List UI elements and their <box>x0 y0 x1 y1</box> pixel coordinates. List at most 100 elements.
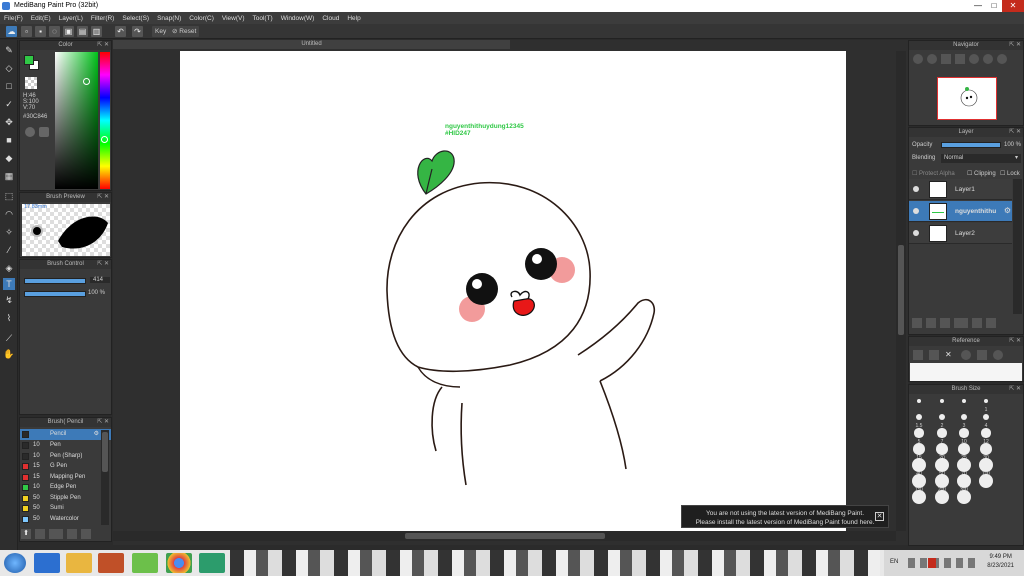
brush-item[interactable]: 10 Pen <box>20 440 111 451</box>
brush-item[interactable]: 50 Stipple Pen <box>20 493 111 504</box>
menu-view[interactable]: View(V) <box>222 15 245 22</box>
add-brush-icon[interactable]: ⬆ <box>21 529 31 539</box>
panel-options-icon[interactable]: ⇱ ✕ <box>1009 41 1021 50</box>
panel-options-icon[interactable]: ⇱ ✕ <box>97 260 109 269</box>
color-picker-handle[interactable] <box>83 78 90 85</box>
panel-options-icon[interactable]: ⇱ ✕ <box>1009 337 1021 346</box>
brush-item[interactable]: 10 Pen (Sharp) <box>20 451 111 462</box>
new-layer-icon[interactable] <box>912 318 922 328</box>
eraser-tool-icon[interactable]: ◇ <box>3 62 15 74</box>
menu-color[interactable]: Color(C) <box>189 15 214 22</box>
open-reference-icon[interactable] <box>929 350 939 360</box>
new-halftone-layer-icon[interactable] <box>926 318 936 328</box>
brush-opacity-value[interactable]: 100 % <box>88 290 105 296</box>
document-tab[interactable]: Untitled <box>113 40 510 49</box>
hue-slider[interactable] <box>100 52 110 189</box>
menu-snap[interactable]: Snap(N) <box>157 15 181 22</box>
rotate-left-icon[interactable] <box>969 54 979 64</box>
pen-tool-icon[interactable]: ✓ <box>3 98 15 110</box>
layer-row[interactable]: Layer2 <box>909 223 1012 244</box>
brush-size-dot[interactable] <box>962 399 966 403</box>
select-pen-icon[interactable]: ⁄ <box>3 244 15 256</box>
reference-area[interactable] <box>910 363 1022 381</box>
brush-size-dot[interactable] <box>979 458 993 472</box>
brush-folder-icon[interactable] <box>81 529 91 539</box>
explorer-icon[interactable] <box>66 553 92 573</box>
primary-color-swatch[interactable] <box>24 55 34 65</box>
layer-row[interactable]: nguyenthithu ⚙ <box>909 201 1012 222</box>
copy-layer-icon[interactable] <box>940 318 950 328</box>
gradient-tool-icon[interactable]: ▦ <box>3 170 15 182</box>
dropper-tool-icon[interactable]: ⟋ <box>3 332 15 344</box>
menu-help[interactable]: Help <box>347 15 360 22</box>
upload-icon[interactable] <box>913 350 923 360</box>
language-indicator[interactable]: EN <box>890 559 898 565</box>
brush-size-value[interactable]: 414 <box>90 277 110 283</box>
brush-item[interactable]: 15 G Pen <box>20 461 111 472</box>
brush-size-dot[interactable] <box>912 474 926 488</box>
save-icon[interactable]: ▣ <box>63 26 74 37</box>
brush-options-icon[interactable] <box>49 529 63 539</box>
lock-checkbox[interactable]: ☐ Lock <box>1000 170 1020 177</box>
protect-alpha-checkbox[interactable]: ☐ Protect Alpha <box>912 170 955 177</box>
lasso-tool-icon[interactable]: ◠ <box>3 208 15 220</box>
redo-button[interactable]: ↷ <box>132 26 143 37</box>
gear-icon[interactable]: ⚙ <box>94 429 99 440</box>
brush-size-dot[interactable] <box>981 428 991 438</box>
brush-size-dot[interactable] <box>913 443 925 455</box>
copy-icon[interactable]: ▤ <box>77 26 88 37</box>
brush-size-dot[interactable] <box>940 399 944 403</box>
move-tool-icon[interactable]: ✥ <box>3 116 15 128</box>
menu-tool[interactable]: Tool(T) <box>253 15 273 22</box>
update-notice[interactable]: You are not using the latest version of … <box>681 505 889 528</box>
menu-select[interactable]: Select(S) <box>122 15 149 22</box>
minimize-button[interactable]: — <box>970 0 986 12</box>
brush-item[interactable]: 50 Watercolor <box>20 514 111 525</box>
brush-size-dot[interactable] <box>917 399 921 403</box>
zoom-out-icon[interactable] <box>927 54 937 64</box>
brush-size-dot[interactable] <box>914 428 924 438</box>
close-button[interactable]: ✕ <box>1002 0 1024 12</box>
canvas-horizontal-scroll-thumb[interactable] <box>405 533 605 539</box>
brush-opacity-slider[interactable] <box>24 291 86 297</box>
canvas-paper[interactable]: nguyenthithuydung12345 #HID247 <box>180 51 846 531</box>
menu-edit[interactable]: Edit(E) <box>31 15 51 22</box>
brush-size-dot[interactable] <box>912 490 926 504</box>
brush-size-dot[interactable] <box>936 443 948 455</box>
layer-options-icon[interactable] <box>954 318 968 328</box>
panel-options-icon[interactable]: ⇱ ✕ <box>97 41 109 50</box>
clock[interactable]: 9:49 PM 8/23/2021 <box>987 553 1014 571</box>
blending-select[interactable]: Normal ▾ <box>941 154 1021 163</box>
layer-opacity-value[interactable]: 100 % <box>1004 142 1021 148</box>
start-button[interactable] <box>4 553 26 573</box>
brush-size-dot[interactable] <box>984 399 988 403</box>
eyedropper-tool-icon[interactable]: ⌇ <box>3 312 15 324</box>
brush-size-slider[interactable] <box>24 278 86 284</box>
zoom-out-icon[interactable] <box>993 350 1003 360</box>
text-tool-icon[interactable]: T <box>3 278 15 290</box>
brush-tool-icon[interactable]: ✎ <box>3 44 15 56</box>
layer-scrollbar[interactable] <box>1013 179 1022 314</box>
ie-icon[interactable] <box>34 553 60 573</box>
gear-icon[interactable]: ⚙ <box>1004 206 1011 215</box>
brush-size-dot[interactable] <box>957 474 971 488</box>
zoom-in-icon[interactable] <box>961 350 971 360</box>
brush-size-dot[interactable] <box>912 458 926 472</box>
menu-layer[interactable]: Layer(L) <box>59 15 83 22</box>
brush-item[interactable]: Pencil ⚙ <box>20 429 111 440</box>
fit-icon[interactable] <box>941 54 951 64</box>
menu-cloud[interactable]: Cloud <box>322 15 339 22</box>
brush-size-dot[interactable] <box>957 458 971 472</box>
eye-icon[interactable] <box>913 186 919 192</box>
brush-size-dot[interactable] <box>979 474 993 488</box>
media-player-icon[interactable] <box>98 553 124 573</box>
copy-brush-icon[interactable] <box>67 529 77 539</box>
layer-row[interactable]: Layer1 <box>909 179 1012 200</box>
delete-layer-icon[interactable] <box>986 318 996 328</box>
brush-item[interactable]: 50 Sumi <box>20 503 111 514</box>
canvas-vertical-scroll-thumb[interactable] <box>898 245 904 335</box>
menu-window[interactable]: Window(W) <box>281 15 315 22</box>
panel-options-icon[interactable]: ⇱ ✕ <box>97 193 109 202</box>
brush-list-scrollbar[interactable] <box>101 430 109 525</box>
open-icon[interactable]: ▪ <box>35 26 46 37</box>
